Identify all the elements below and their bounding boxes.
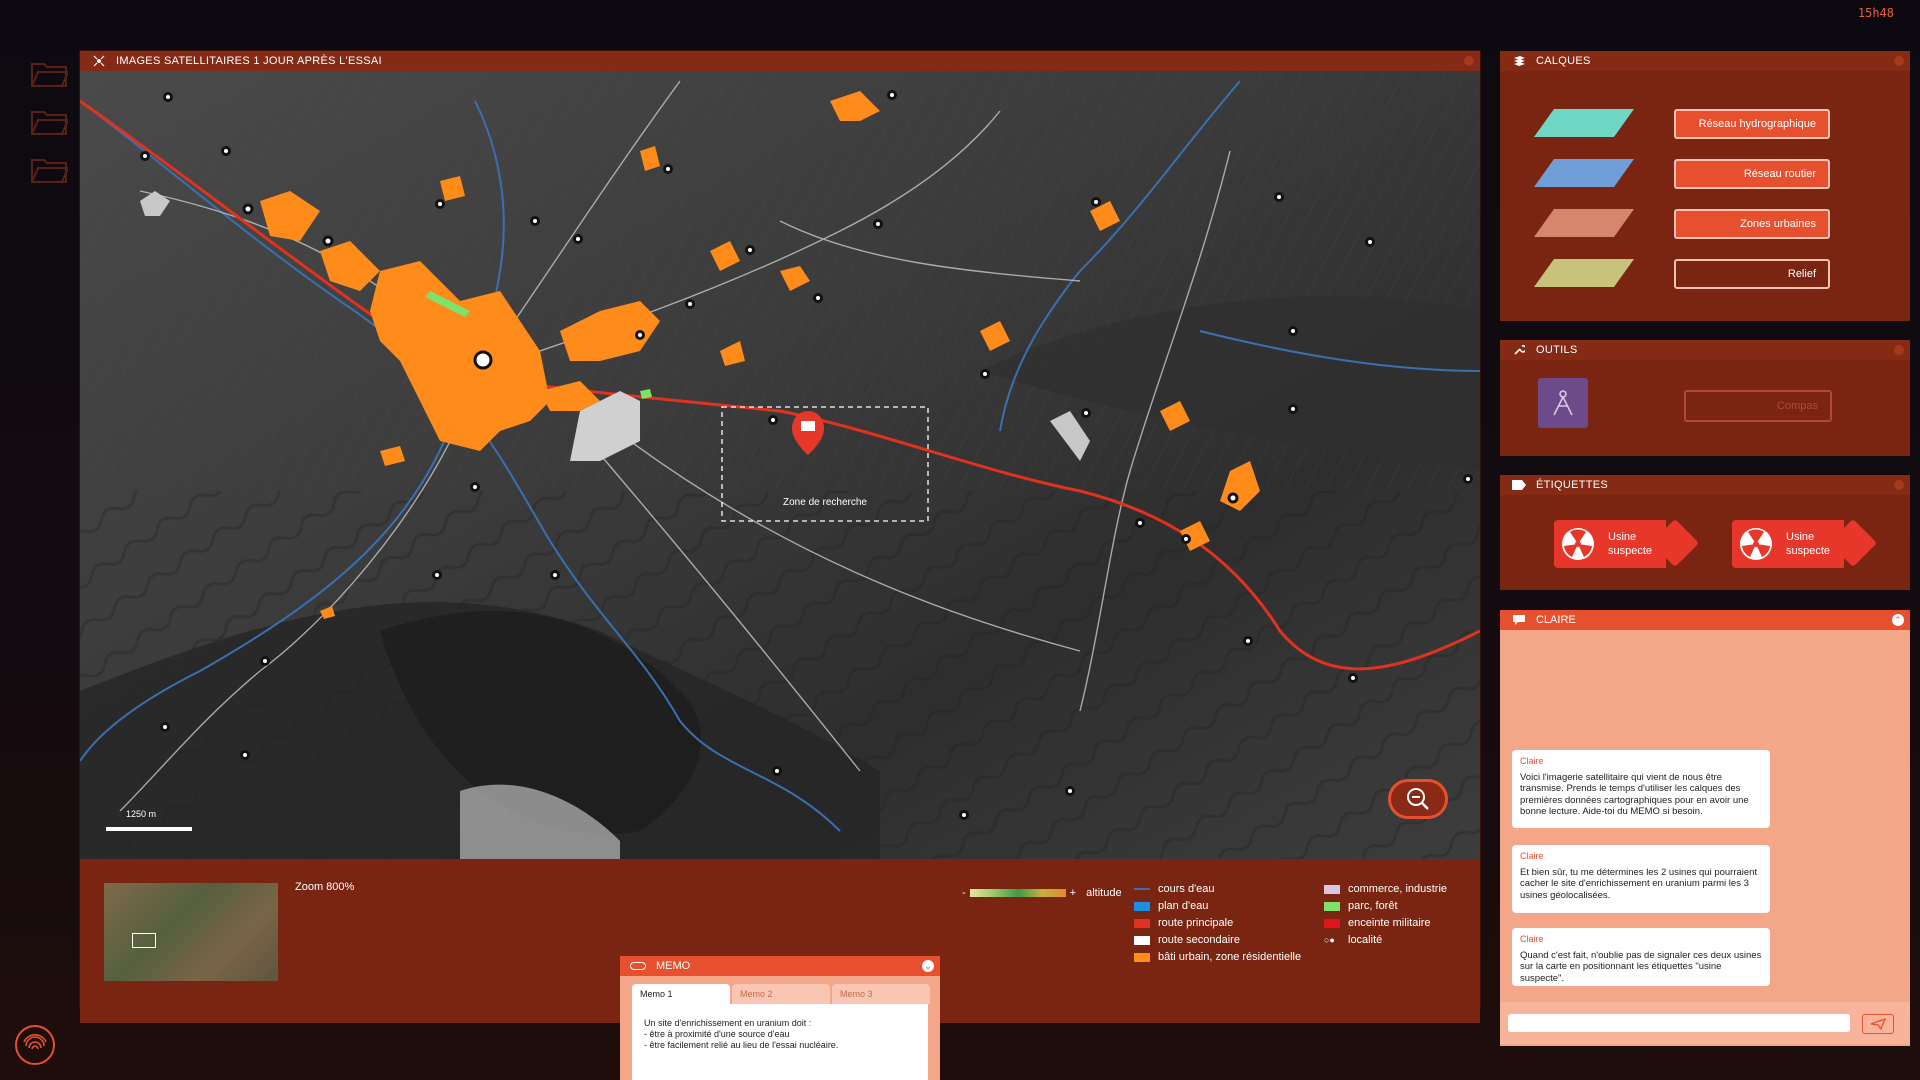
layer-swatch-road-icon: [1534, 159, 1634, 187]
memo-line: - être facilement relié au lieu de l'ess…: [644, 1040, 839, 1050]
chat-title: CLAIRE: [1536, 614, 1576, 626]
compass-slot[interactable]: Compas: [1684, 390, 1832, 422]
etiquettes-title: ÉTIQUETTES: [1536, 479, 1609, 491]
outils-panel: OUTILS Compas: [1500, 340, 1910, 456]
layer-relief-button[interactable]: Relief: [1674, 259, 1830, 289]
compass-icon: [1553, 390, 1573, 416]
legend-item: commerce, industrie: [1324, 883, 1447, 895]
legend-item: plan d'eau: [1134, 900, 1208, 912]
layers-icon: [1512, 54, 1526, 68]
layer-swatch-urban-icon: [1534, 209, 1634, 237]
layer-swatch-water-icon: [1534, 109, 1634, 137]
map-window-title: IMAGES SATELLITAIRES 1 JOUR APRÈS L'ESSA…: [116, 55, 382, 67]
message-author: Claire: [1520, 851, 1544, 861]
message-text: Et bien sûr, tu me détermines les 2 usin…: [1520, 866, 1758, 901]
zoom-level: Zoom 800%: [295, 881, 355, 893]
legend-swatch-water: [1134, 901, 1150, 911]
calques-title: CALQUES: [1536, 55, 1591, 67]
legend-swatch-secondary-road: [1134, 935, 1150, 945]
altitude-minus: -: [962, 887, 966, 899]
altitude-plus: +: [1069, 887, 1077, 899]
minimap-viewport[interactable]: [132, 933, 156, 948]
satellite-map[interactable]: Zone de recherche 1250 m: [80, 71, 1480, 859]
clock: 15h48: [1857, 6, 1894, 20]
memo-title: MEMO: [656, 960, 691, 972]
close-icon[interactable]: [1464, 56, 1474, 66]
memo-tab-1[interactable]: Memo 1: [632, 984, 730, 1004]
pill-icon: [630, 962, 646, 970]
fingerprint-logo-icon[interactable]: [14, 1024, 56, 1066]
legend-swatch-park: [1324, 901, 1340, 911]
legend-swatch-locality-icon: ○●: [1324, 935, 1335, 945]
minimap[interactable]: [104, 883, 278, 981]
compass-tool-button[interactable]: [1538, 378, 1588, 428]
tag-label: Usine suspecte: [1786, 531, 1831, 557]
memo-content: Un site d'enrichissement en uranium doit…: [632, 1004, 928, 1080]
scale-label: 1250 m: [126, 809, 157, 819]
chat-message: Claire Quand c'est fait, n'oublie pas de…: [1512, 928, 1770, 986]
layer-water-button[interactable]: Réseau hydrographique: [1674, 109, 1830, 139]
legend-swatch-river: [1134, 888, 1150, 890]
message-author: Claire: [1520, 934, 1544, 944]
layer-urban-button[interactable]: Zones urbaines: [1674, 209, 1830, 239]
legend-swatch-military: [1324, 918, 1340, 928]
wrench-icon: [1512, 343, 1526, 357]
map-window: IMAGES SATELLITAIRES 1 JOUR APRÈS L'ESSA…: [80, 51, 1480, 1023]
chevron-up-icon[interactable]: ⌃: [1892, 614, 1904, 626]
outils-title: OUTILS: [1536, 344, 1578, 356]
satellite-icon: [92, 54, 106, 68]
message-text: Quand c'est fait, n'oublie pas de signal…: [1520, 949, 1762, 984]
usine-suspecte-tag[interactable]: Usine suspecte: [1554, 518, 1700, 568]
legend-item: route principale: [1134, 917, 1233, 929]
radiation-icon: [1562, 528, 1594, 560]
memo-line: - être à proximité d'une source d'eau: [644, 1029, 790, 1039]
radiation-icon: [1740, 528, 1772, 560]
zoom-out-icon: [1407, 788, 1429, 810]
memo-panel: MEMO ⌄ Memo 1 Memo 2 Memo 3 Un site d'en…: [620, 956, 940, 1080]
layer-swatch-relief-icon: [1534, 259, 1634, 287]
compass-slot-label: Compas: [1777, 400, 1818, 412]
legend-item: ○● localité: [1324, 934, 1383, 946]
calques-panel: CALQUES Réseau hydrographique Réseau rou…: [1500, 51, 1910, 321]
close-icon[interactable]: [1894, 345, 1904, 355]
legend-item: bâti urbain, zone résidentielle: [1134, 951, 1301, 963]
folder-icon[interactable]: [30, 60, 68, 88]
memo-tab-2[interactable]: Memo 2: [732, 984, 830, 1004]
chat-message: Claire Et bien sûr, tu me détermines les…: [1512, 845, 1770, 913]
tag-label: Usine suspecte: [1608, 531, 1653, 557]
chevron-down-icon[interactable]: ⌄: [922, 960, 934, 972]
legend-swatch-urban: [1134, 952, 1150, 962]
chat-message: Claire Voici l'imagerie satellitaire qui…: [1512, 750, 1770, 828]
legend-swatch-main-road: [1134, 918, 1150, 928]
chat-input[interactable]: [1508, 1014, 1850, 1032]
message-author: Claire: [1520, 756, 1544, 766]
message-text: Voici l'imagerie satellitaire qui vient …: [1520, 771, 1749, 818]
memo-tab-3[interactable]: Memo 3: [832, 984, 930, 1004]
folder-icon[interactable]: [30, 108, 68, 136]
altitude-gradient: [969, 889, 1066, 897]
send-icon: [1870, 1018, 1886, 1030]
folder-icon[interactable]: [30, 156, 68, 184]
layer-road-button[interactable]: Réseau routier: [1674, 159, 1830, 189]
send-button[interactable]: [1862, 1014, 1894, 1034]
altitude-label: altitude: [1086, 887, 1122, 899]
close-icon[interactable]: [1894, 480, 1904, 490]
altitude-legend: - + altitude: [962, 887, 1122, 899]
usine-suspecte-tag[interactable]: Usine suspecte: [1732, 518, 1878, 568]
zoom-out-button[interactable]: [1388, 779, 1448, 819]
legend-swatch-industry: [1324, 884, 1340, 894]
legend-item: cours d'eau: [1134, 883, 1215, 895]
tag-icon: [1512, 478, 1526, 492]
search-zone-label: Zone de recherche: [783, 497, 867, 508]
chat-header: CLAIRE ⌃: [1500, 610, 1910, 630]
legend-item: enceinte militaire: [1324, 917, 1431, 929]
close-icon[interactable]: [1894, 56, 1904, 66]
chat-bubble-icon: [1512, 614, 1526, 626]
memo-line: Un site d'enrichissement en uranium doit…: [644, 1018, 812, 1028]
legend-item: parc, forêt: [1324, 900, 1398, 912]
legend-item: route secondaire: [1134, 934, 1240, 946]
